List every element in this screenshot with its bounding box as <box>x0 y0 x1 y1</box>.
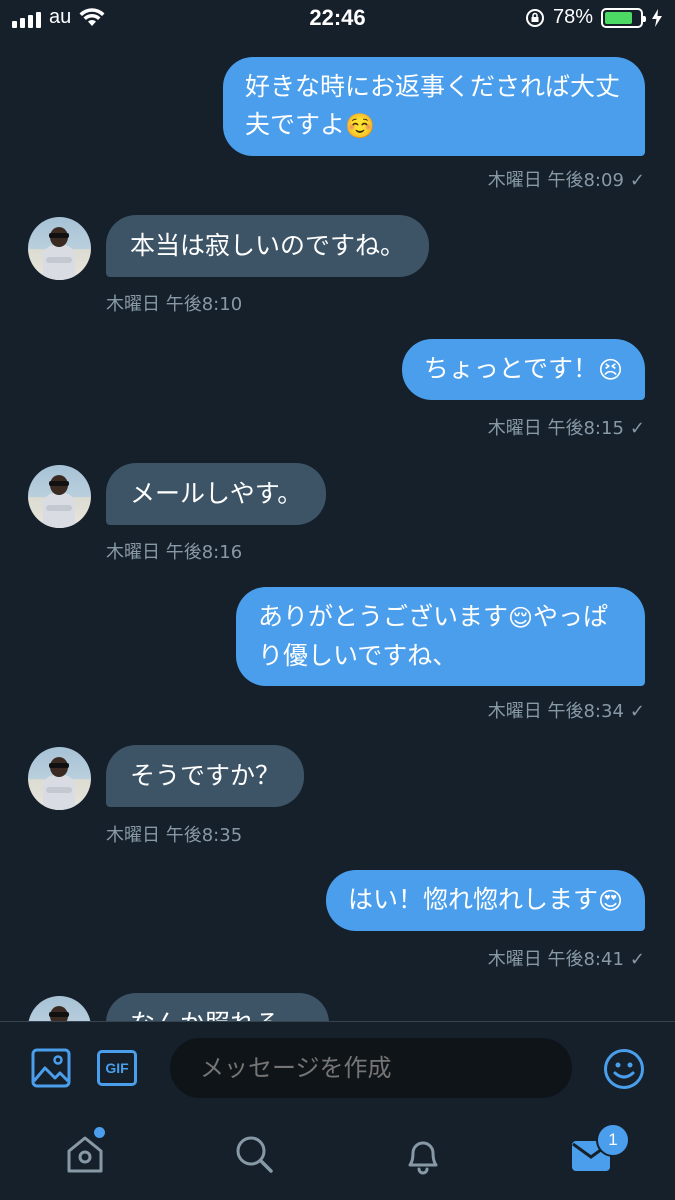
read-check-icon: ✓ <box>629 701 645 722</box>
read-check-icon: ✓ <box>629 170 645 191</box>
message-timestamp: 木曜日 午後8:41 ✓ <box>488 945 645 971</box>
timestamp-text: 木曜日 午後8:41 <box>487 949 624 970</box>
read-check-icon: ✓ <box>629 418 645 439</box>
status-bar: au 22:46 78% <box>0 0 675 38</box>
message-timestamp: 木曜日 午後8:34 ✓ <box>488 697 645 723</box>
message-text: メールしやす。 <box>130 479 303 508</box>
notifications-icon[interactable] <box>402 1133 444 1175</box>
incoming-message[interactable]: そうですか？ <box>106 745 305 807</box>
rotation-lock-icon <box>525 8 544 27</box>
outgoing-message[interactable]: はい！惚れ惚れします😍 <box>325 870 645 931</box>
emoji-icon[interactable] <box>603 1048 645 1090</box>
avatar[interactable] <box>28 747 91 810</box>
outgoing-message[interactable]: 好きな時にお返事くだされば大丈夫ですよ☺️ <box>223 57 645 156</box>
message-input[interactable] <box>170 1038 572 1098</box>
message-text: 本当は寂しいのですね。 <box>130 231 406 260</box>
avatar[interactable] <box>28 996 91 1021</box>
message-text: 好きな時にお返事くだされば大丈夫ですよ <box>245 72 621 139</box>
message-timestamp: 木曜日 午後8:16 <box>106 542 243 563</box>
message-text: ありがとうございます <box>258 602 509 631</box>
message-timestamp: 木曜日 午後8:10 <box>106 294 243 315</box>
message-text: なんか照れる… <box>130 1009 305 1021</box>
timestamp-text: 木曜日 午後8:15 <box>487 418 624 439</box>
message-text: はい！惚れ惚れします <box>347 885 598 914</box>
message-composer: GIF <box>0 1021 675 1115</box>
heart-eyes-emoji-icon: 😍 <box>597 887 623 915</box>
timestamp-text: 木曜日 午後8:34 <box>487 701 624 722</box>
outgoing-message[interactable]: ちょっとです！😣 <box>401 339 645 400</box>
charging-icon <box>652 8 662 27</box>
avatar[interactable] <box>28 217 91 280</box>
search-icon[interactable] <box>233 1133 275 1175</box>
message-timestamp: 木曜日 午後8:09 ✓ <box>488 166 645 192</box>
message-text: ちょっとです！ <box>423 354 598 383</box>
message-timestamp: 木曜日 午後8:15 ✓ <box>488 414 645 440</box>
battery-icon <box>601 7 646 28</box>
home-notification-dot <box>94 1127 105 1138</box>
outgoing-message[interactable]: ありがとうございます😌やっぱり優しいですね、 <box>236 587 645 686</box>
read-check-icon: ✓ <box>629 949 645 970</box>
relieved-emoji-icon: 😌 <box>508 604 534 632</box>
messages-badge: 1 <box>596 1123 630 1157</box>
timestamp-text: 木曜日 午後8:09 <box>487 170 624 191</box>
smiling-emoji-icon: ☺️ <box>345 112 375 140</box>
tab-bar: 1 <box>0 1115 675 1200</box>
message-list[interactable]: 好きな時にお返事くだされば大丈夫ですよ☺️ 木曜日 午後8:09 ✓ 本当は寂しい… <box>0 38 675 1021</box>
battery-percent: 78% <box>552 6 593 28</box>
incoming-message[interactable]: なんか照れる… <box>106 993 330 1021</box>
persevering-emoji-icon: 😣 <box>597 356 623 384</box>
image-icon[interactable] <box>31 1048 71 1088</box>
avatar[interactable] <box>28 465 91 528</box>
incoming-message[interactable]: 本当は寂しいのですね。 <box>106 215 430 277</box>
message-text: そうですか？ <box>130 761 281 790</box>
gif-icon[interactable]: GIF <box>97 1050 137 1086</box>
message-timestamp: 木曜日 午後8:35 <box>106 825 243 846</box>
incoming-message[interactable]: メールしやす。 <box>106 463 327 525</box>
home-icon[interactable] <box>64 1133 106 1175</box>
